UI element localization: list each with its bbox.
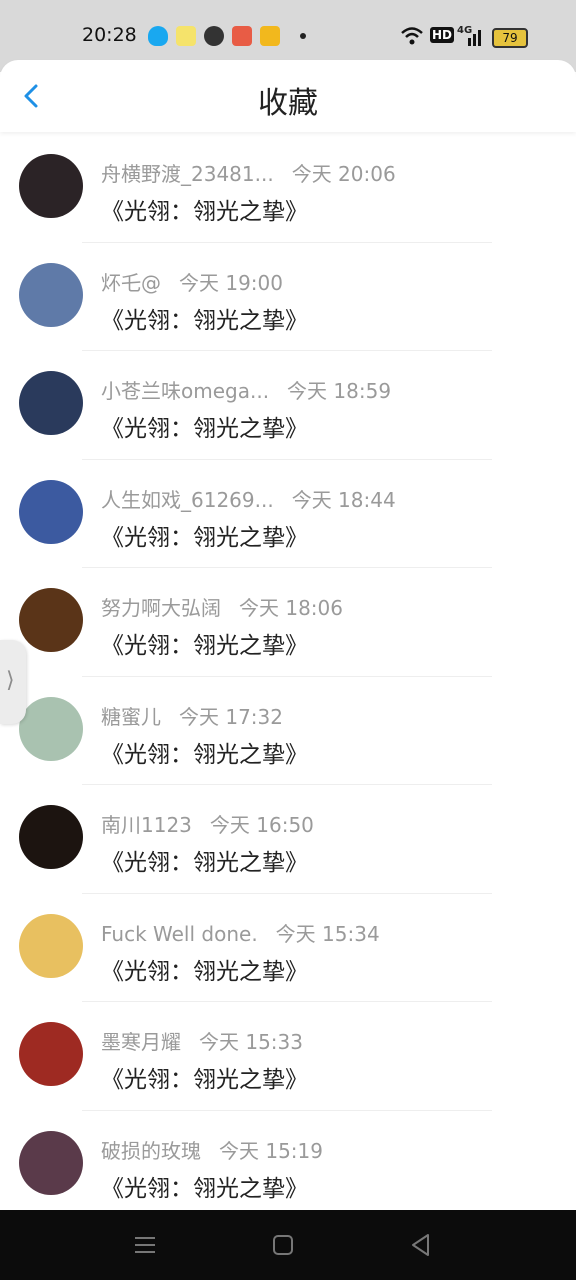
avatar[interactable] bbox=[19, 588, 83, 652]
qq-icon bbox=[148, 26, 168, 46]
item-meta: 小苍兰味omega... 今天 18:59 bbox=[101, 375, 391, 404]
item-meta: 舟横野渡_23481... 今天 20:06 bbox=[101, 158, 396, 187]
work-title[interactable]: 《光翎：翎光之挚》 bbox=[101, 409, 308, 443]
wechat-icon bbox=[204, 26, 224, 46]
app-yellow-icon bbox=[260, 26, 280, 46]
user-name: 小苍兰味omega... bbox=[101, 379, 270, 403]
header: 收藏 bbox=[0, 60, 576, 132]
work-title[interactable]: 《光翎：翎光之挚》 bbox=[101, 843, 308, 877]
item-meta: 墨寒月耀 今天 15:33 bbox=[101, 1026, 303, 1055]
item-meta: 破损的玫瑰 今天 15:19 bbox=[101, 1135, 323, 1164]
home-icon[interactable] bbox=[268, 1230, 298, 1260]
item-meta: 糖蜜儿 今天 17:32 bbox=[101, 701, 283, 730]
item-meta: 南川1123 今天 16:50 bbox=[101, 809, 314, 838]
work-title[interactable]: 《光翎：翎光之挚》 bbox=[101, 952, 308, 986]
avatar[interactable] bbox=[19, 805, 83, 869]
item-time: 今天 16:50 bbox=[209, 813, 314, 837]
user-name: 人生如戏_61269... bbox=[101, 487, 274, 512]
notification-icons bbox=[148, 26, 306, 46]
app-icon bbox=[176, 26, 196, 46]
work-title[interactable]: 《光翎：翎光之挚》 bbox=[101, 1169, 308, 1203]
user-name: 努力啊大弘阔 bbox=[101, 596, 221, 620]
item-time: 今天 18:44 bbox=[291, 487, 396, 512]
avatar[interactable] bbox=[19, 154, 83, 218]
signal-icon bbox=[468, 30, 481, 46]
avatar[interactable] bbox=[19, 1130, 83, 1195]
hd-badge: HD bbox=[430, 27, 455, 43]
more-notifications-dot bbox=[300, 33, 306, 39]
work-title[interactable]: 《光翎：翎光之挚》 bbox=[101, 626, 308, 660]
avatar[interactable] bbox=[19, 371, 83, 435]
work-title[interactable]: 《光翎：翎光之挚》 bbox=[101, 735, 308, 769]
user-name: 炋乇@ bbox=[101, 270, 161, 295]
avatar[interactable] bbox=[19, 696, 83, 761]
list-item[interactable]: 南川1123 今天 16:50 《光翎：翎光之挚》 bbox=[0, 785, 576, 894]
list-item[interactable]: Fuck Well done. 今天 15:34 《光翎：翎光之挚》 bbox=[0, 894, 576, 1002]
user-name: 破损的玫瑰 bbox=[101, 1138, 201, 1163]
work-title[interactable]: 《光翎：翎光之挚》 bbox=[101, 518, 308, 552]
user-name: 墨寒月耀 bbox=[101, 1030, 181, 1054]
user-name: Fuck Well done. bbox=[101, 921, 258, 946]
battery-icon: 79 bbox=[492, 28, 528, 48]
item-meta: 人生如戏_61269... 今天 18:44 bbox=[101, 484, 396, 513]
list-item[interactable]: 努力啊大弘阔 今天 18:06 《光翎：翎光之挚》 bbox=[0, 568, 576, 677]
item-time: 今天 15:34 bbox=[275, 921, 380, 946]
list-item[interactable]: 舟横野渡_23481... 今天 20:06 《光翎：翎光之挚》 bbox=[0, 134, 576, 243]
work-title[interactable]: 《光翎：翎光之挚》 bbox=[101, 1060, 308, 1094]
item-time: 今天 15:33 bbox=[199, 1030, 303, 1054]
item-time: 今天 15:19 bbox=[219, 1138, 323, 1163]
item-meta: Fuck Well done. 今天 15:34 bbox=[101, 918, 380, 947]
avatar[interactable] bbox=[19, 479, 83, 544]
avatar[interactable] bbox=[19, 1022, 83, 1086]
item-time: 今天 17:32 bbox=[179, 704, 283, 729]
user-name: 糖蜜儿 bbox=[101, 704, 161, 729]
user-name: 南川1123 bbox=[101, 813, 192, 837]
list-item[interactable]: 炋乇@ 今天 19:00 《光翎：翎光之挚》 bbox=[0, 243, 576, 351]
work-title[interactable]: 《光翎：翎光之挚》 bbox=[101, 301, 308, 335]
list-item[interactable]: 墨寒月耀 今天 15:33 《光翎：翎光之挚》 bbox=[0, 1002, 576, 1111]
item-time: 今天 20:06 bbox=[291, 162, 396, 186]
back-icon[interactable] bbox=[406, 1230, 436, 1260]
favorites-list: 舟横野渡_23481... 今天 20:06 《光翎：翎光之挚》 炋乇@ 今天 19… bbox=[0, 134, 576, 1219]
user-name: 舟横野渡_23481... bbox=[101, 162, 274, 186]
app-red-icon bbox=[232, 26, 252, 46]
list-item[interactable]: 糖蜜儿 今天 17:32 《光翎：翎光之挚》 bbox=[0, 677, 576, 785]
side-drawer-handle[interactable]: ⟩ bbox=[0, 640, 26, 724]
item-meta: 努力啊大弘阔 今天 18:06 bbox=[101, 592, 343, 621]
system-nav-bar bbox=[0, 1210, 576, 1280]
status-time: 20:28 bbox=[82, 24, 137, 46]
list-item[interactable]: 人生如戏_61269... 今天 18:44 《光翎：翎光之挚》 bbox=[0, 460, 576, 568]
chevron-right-icon: ⟩ bbox=[6, 668, 15, 693]
item-time: 今天 19:00 bbox=[179, 270, 283, 295]
page-title: 收藏 bbox=[258, 86, 318, 121]
item-time: 今天 18:06 bbox=[239, 596, 343, 620]
list-item[interactable]: 小苍兰味omega... 今天 18:59 《光翎：翎光之挚》 bbox=[0, 351, 576, 460]
work-title[interactable]: 《光翎：翎光之挚》 bbox=[101, 192, 308, 226]
avatar[interactable] bbox=[19, 262, 83, 327]
list-item[interactable]: 破损的玫瑰 今天 15:19 《光翎：翎光之挚》 bbox=[0, 1111, 576, 1220]
menu-icon[interactable] bbox=[130, 1230, 160, 1260]
item-meta: 炋乇@ 今天 19:00 bbox=[101, 267, 283, 296]
wifi-icon bbox=[401, 27, 423, 45]
avatar[interactable] bbox=[19, 913, 83, 978]
item-time: 今天 18:59 bbox=[287, 379, 392, 403]
